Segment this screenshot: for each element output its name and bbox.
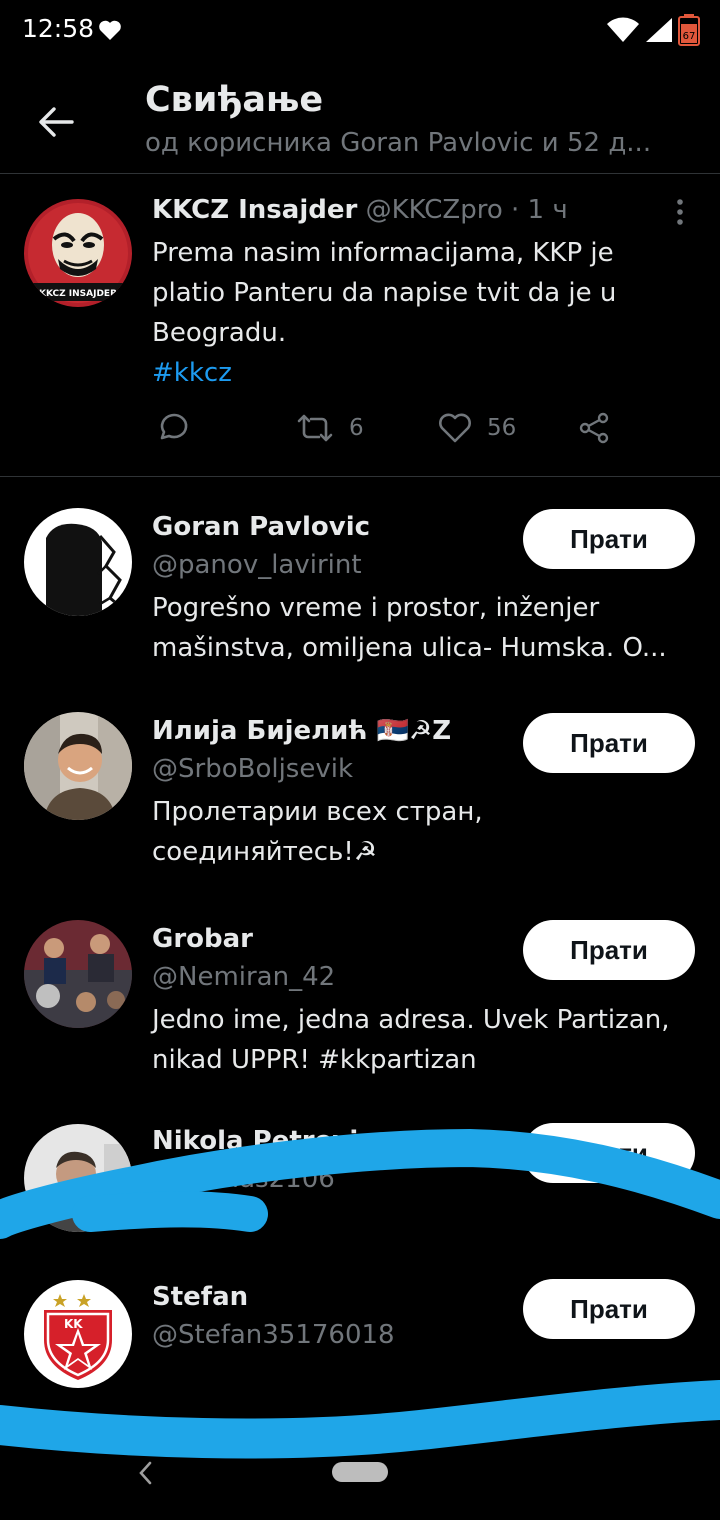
tweet-handle: @KKCZpro [365, 195, 503, 225]
mask-avatar-image: KKCZ INSAJDER [24, 199, 132, 307]
user-name[interactable]: Goran Pavlovic [152, 512, 370, 542]
avatar[interactable]: KK [24, 1280, 132, 1388]
user-handle: @SrboBoljsevik [152, 754, 354, 784]
battery-level: 67 [683, 31, 696, 42]
follow-button[interactable]: Прати [523, 1279, 695, 1339]
heart-icon [98, 19, 122, 45]
silhouette-avatar-image [24, 508, 132, 616]
user-bio: Pogrešno vreme i prostor, inženjer mašin… [152, 593, 667, 663]
user-name[interactable]: Grobar [152, 924, 253, 954]
avatar[interactable] [24, 1124, 132, 1232]
person-avatar-image [24, 712, 132, 820]
user-row[interactable]: Goran Pavlovic @panov_lavirint Pogrešno … [0, 478, 720, 682]
user-row[interactable]: Илија Бијелић 🇷🇸☭Z @SrboBoljsevik Пролет… [0, 682, 720, 888]
person-avatar-image [24, 1124, 132, 1232]
more-options-button[interactable] [670, 197, 690, 227]
page-subtitle: од корисника Goran Pavlovic и 52 д... [145, 128, 652, 158]
retweet-icon [297, 414, 333, 442]
user-handle: @Stefan35176018 [152, 1320, 395, 1350]
tweet-time: 1 ч [527, 195, 568, 225]
retweet-button[interactable]: 6 [295, 411, 364, 445]
red-star-crest-avatar-image: KK [24, 1280, 132, 1388]
nav-back-button[interactable] [136, 1460, 154, 1490]
user-handle: @Nemiran_42 [152, 962, 336, 992]
user-name[interactable]: Илија Бијелић 🇷🇸☭Z [152, 716, 451, 746]
home-gesture-pill[interactable] [332, 1462, 388, 1482]
avatar[interactable]: KKCZ INSAJDER [24, 199, 132, 307]
like-button[interactable]: 56 [437, 411, 516, 445]
tweet-author[interactable]: KKCZ Insajder [152, 195, 357, 225]
battery-icon: 67 [678, 14, 700, 50]
reply-button[interactable] [155, 411, 189, 445]
follow-button[interactable]: Прати [523, 1123, 695, 1183]
user-handle: @nicolas2106 [152, 1164, 335, 1194]
tweet-header: KKCZ Insajder @KKCZpro · 1 ч [152, 195, 568, 225]
avatar[interactable] [24, 712, 132, 820]
reply-icon [160, 413, 188, 440]
follow-button[interactable]: Прати [523, 713, 695, 773]
user-row[interactable]: KK Stefan @Stefan35176018 Прати [0, 1250, 720, 1420]
crowd-photo-avatar-image [24, 920, 132, 1028]
wifi-icon: x [606, 16, 640, 48]
avatar-text: KK [64, 1317, 83, 1331]
user-row[interactable]: Grobar @Nemiran_42 Jedno ime, jedna adre… [0, 888, 720, 1094]
avatar-text: KKCZ INSAJDER [39, 289, 117, 299]
follow-button[interactable]: Прати [523, 509, 695, 569]
vertical-dots-icon [677, 199, 683, 225]
user-bio: Jedno ime, jedna adresa. Uvek Partizan, … [152, 1005, 670, 1075]
avatar[interactable] [24, 508, 132, 616]
page-title: Свиђање [145, 80, 324, 120]
user-handle: @panov_lavirint [152, 550, 362, 580]
heart-outline-icon [439, 413, 471, 443]
user-bio: Пролетарии всех стран, соединяйтесь!☭ [152, 797, 483, 867]
user-name[interactable]: Nikola Petrovic [152, 1126, 374, 1156]
tweet-text: Prema nasim informacijama, KKP je platio… [152, 233, 672, 393]
avatar[interactable] [24, 920, 132, 1028]
tweet-actions: 6 56 [155, 411, 635, 451]
like-count: 56 [487, 415, 517, 441]
user-row[interactable]: Nikola Petrovic @nicolas2106 Прати [0, 1094, 720, 1250]
retweet-count: 6 [349, 415, 364, 441]
hashtag-link[interactable]: #kkcz [152, 353, 672, 393]
back-button[interactable] [34, 100, 78, 144]
svg-text:x: x [628, 18, 634, 29]
user-name[interactable]: Stefan [152, 1282, 248, 1312]
chevron-left-icon [139, 1461, 152, 1485]
signal-icon [644, 16, 674, 48]
status-time: 12:58 [22, 14, 95, 43]
status-bar: 12:58 x 67 [0, 0, 720, 64]
status-icons: x 67 [606, 14, 700, 50]
arrow-left-icon [39, 107, 74, 137]
share-button[interactable] [577, 411, 611, 445]
header: Свиђање од корисника Goran Pavlovic и 52… [0, 64, 720, 174]
tweet-body: Prema nasim informacijama, KKP je platio… [152, 238, 617, 348]
follow-button[interactable]: Прати [523, 920, 695, 980]
share-icon [579, 412, 609, 444]
separator-dot: · [511, 195, 520, 225]
tweet[interactable]: KKCZ INSAJDER KKCZ Insajder @KKCZpro · 1… [0, 175, 720, 477]
